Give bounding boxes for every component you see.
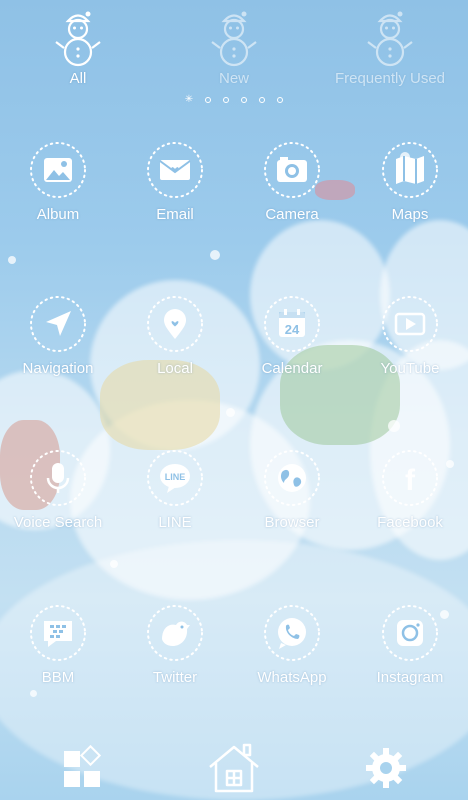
maps-icon — [382, 142, 438, 198]
house-icon — [209, 743, 259, 793]
snowman-icon — [55, 11, 101, 67]
tab-all[interactable]: All — [18, 8, 138, 98]
page-dot — [205, 97, 212, 103]
bbm-icon — [30, 605, 86, 661]
app-label: Navigation — [22, 360, 94, 377]
page-dot — [277, 97, 284, 103]
app-label: Browser — [264, 514, 320, 531]
app-whatsapp[interactable]: WhatsApp — [237, 603, 347, 703]
app-maps[interactable]: Maps — [355, 140, 465, 240]
snowman-icon — [211, 11, 257, 67]
app-label: Local — [157, 360, 193, 377]
local-pin-icon — [147, 296, 203, 352]
line-glyph: LINE — [165, 472, 186, 482]
app-instagram[interactable]: Instagram — [355, 603, 465, 703]
app-label: Email — [156, 206, 194, 223]
facebook-icon: f — [382, 450, 438, 506]
tab-frequently-used[interactable]: Frequently Used — [330, 8, 450, 98]
line-icon: LINE — [147, 450, 203, 506]
tab-label: All — [69, 70, 87, 87]
app-label: Camera — [265, 206, 319, 223]
tab-label: Frequently Used — [334, 70, 446, 87]
email-icon — [147, 142, 203, 198]
album-icon — [30, 142, 86, 198]
snowman-icon — [367, 11, 413, 67]
app-facebook[interactable]: f Facebook — [355, 448, 465, 548]
app-browser[interactable]: Browser — [237, 448, 347, 548]
app-label: Twitter — [152, 669, 198, 686]
youtube-play-icon — [382, 296, 438, 352]
tab-new[interactable]: New — [174, 8, 294, 98]
current-page-star-icon: ✳ — [184, 94, 194, 105]
page-dot — [241, 97, 248, 103]
calendar-icon: 24 — [264, 296, 320, 352]
app-twitter[interactable]: Twitter — [120, 603, 230, 703]
app-label: Facebook — [377, 514, 443, 531]
app-bbm[interactable]: BBM — [3, 603, 113, 703]
app-local[interactable]: Local — [120, 294, 230, 394]
settings-button[interactable] — [356, 739, 416, 797]
microphone-icon — [30, 450, 86, 506]
app-line[interactable]: LINE LINE — [120, 448, 230, 548]
app-album[interactable]: Album — [3, 140, 113, 240]
app-label: WhatsApp — [257, 669, 327, 686]
app-label: LINE — [158, 514, 192, 531]
app-youtube[interactable]: YouTube — [355, 294, 465, 394]
app-email[interactable]: Email — [120, 140, 230, 240]
app-label: YouTube — [380, 360, 440, 377]
page-dot — [223, 97, 230, 103]
home-button[interactable] — [204, 739, 264, 797]
app-label: BBM — [41, 669, 75, 686]
facebook-glyph: f — [405, 464, 416, 497]
app-camera[interactable]: Camera — [237, 140, 347, 240]
tab-label: New — [218, 70, 249, 87]
app-calendar[interactable]: 24 Calendar — [237, 294, 347, 394]
page-dot — [259, 97, 266, 103]
app-label: Maps — [391, 206, 429, 223]
twitter-bird-icon — [147, 605, 203, 661]
app-label: Instagram — [376, 669, 444, 686]
widgets-button[interactable] — [52, 739, 112, 797]
app-label: Album — [36, 206, 80, 223]
page-indicator: ✳ — [0, 94, 468, 105]
globe-icon — [264, 450, 320, 506]
calendar-day: 24 — [285, 322, 300, 337]
dock — [0, 735, 468, 800]
app-voice-search[interactable]: Voice Search — [3, 448, 113, 548]
app-label: Calendar — [261, 360, 323, 377]
gear-icon — [366, 748, 406, 788]
widgets-grid-icon — [64, 744, 102, 787]
category-tabs: All New Frequently Used — [0, 0, 468, 100]
camera-icon — [264, 142, 320, 198]
navigation-icon — [30, 296, 86, 352]
whatsapp-icon — [264, 605, 320, 661]
instagram-icon — [382, 605, 438, 661]
app-navigation[interactable]: Navigation — [3, 294, 113, 394]
app-label: Voice Search — [13, 514, 103, 531]
